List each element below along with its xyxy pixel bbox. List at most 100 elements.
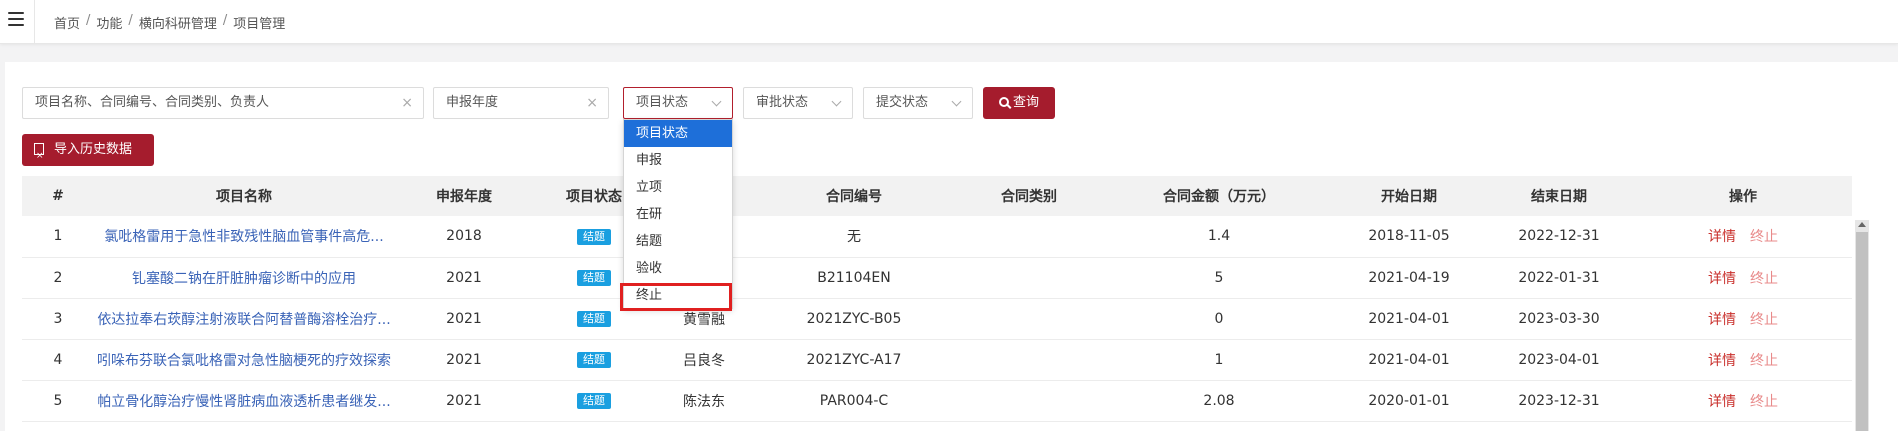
- import-history-button[interactable]: 导入历史数据: [22, 134, 154, 172]
- column-header: #: [52, 188, 64, 204]
- contract-no-cell: 2021ZYC-B05: [806, 310, 902, 327]
- chevron-down-icon: [951, 96, 962, 107]
- approval-status-select[interactable]: 审批状态: [743, 87, 853, 119]
- column-header: 合同类别: [1001, 189, 1057, 205]
- row-number: 3: [53, 310, 63, 327]
- status-badge: 结题: [577, 393, 611, 409]
- project-name-cell: 吲哚布芬联合氯吡格雷对急性脑梗死的疗效探索: [94, 339, 394, 380]
- column-header: 结束日期: [1531, 189, 1587, 205]
- divider: [34, 0, 35, 44]
- status-badge: 结题: [577, 352, 611, 368]
- contract-no-cell: PAR004-C: [819, 392, 889, 409]
- year-cell: 2021: [446, 269, 482, 286]
- status-option-in-progress[interactable]: 在研: [624, 201, 732, 228]
- table-row: 4 吲哚布芬联合氯吡格雷对急性脑梗死的疗效探索 2021 结题 吕良冬 2021…: [22, 339, 1852, 380]
- column-header: 合同编号: [826, 189, 882, 205]
- status-option-apply[interactable]: 申报: [624, 147, 732, 174]
- project-name-cell: 氯吡格雷用于急性非致残性脑血管事件高危...: [94, 216, 394, 257]
- project-name-link[interactable]: 钆塞酸二钠在肝脏肿瘤诊断中的应用: [132, 271, 356, 287]
- actions-cell: 详情 终止: [1634, 380, 1852, 421]
- keyword-search-placeholder: 项目名称、合同编号、合同类别、负责人: [35, 95, 270, 110]
- project-name-cell: 钆塞酸二钠在肝脏肿瘤诊断中的应用: [94, 257, 394, 298]
- year-cell: 2018: [446, 228, 482, 245]
- breadcrumb-separator: /: [128, 13, 133, 28]
- hamburger-menu-icon[interactable]: [8, 12, 24, 26]
- scrollbar-thumb[interactable]: [1856, 232, 1868, 431]
- start-date-cell: 2021-04-01: [1368, 351, 1450, 368]
- column-header: 操作: [1729, 189, 1757, 205]
- scroll-up-arrow-icon[interactable]: [1856, 220, 1868, 230]
- stop-link[interactable]: 终止: [1750, 229, 1778, 245]
- breadcrumb-project-management: 项目管理: [233, 17, 286, 32]
- project-name-cell: 帕立骨化醇治疗慢性肾脏病血液透析患者继发...: [94, 380, 394, 421]
- stop-link[interactable]: 终止: [1750, 394, 1778, 410]
- status-option-concluded[interactable]: 结题: [624, 228, 732, 255]
- stop-link[interactable]: 终止: [1750, 271, 1778, 287]
- start-date-cell: 2018-11-05: [1368, 228, 1450, 245]
- project-status-select[interactable]: 项目状态: [623, 87, 733, 119]
- row-number: 5: [53, 392, 63, 409]
- project-name-link[interactable]: 帕立骨化醇治疗慢性肾脏病血液透析患者继发...: [97, 394, 390, 410]
- query-button-label: 查询: [1012, 95, 1039, 110]
- table-row: 2 钆塞酸二钠在肝脏肿瘤诊断中的应用 2021 结题 王晓阳 B21104EN …: [22, 257, 1852, 298]
- contract-type-cell: [954, 216, 1104, 257]
- detail-link[interactable]: 详情: [1708, 271, 1736, 287]
- actions-cell: 详情 终止: [1634, 257, 1852, 298]
- start-date-cell: 2021-04-01: [1368, 310, 1450, 327]
- end-date-cell: 2023-03-30: [1518, 310, 1600, 327]
- column-header: 合同金额（万元）: [1163, 189, 1275, 205]
- top-bar: 首页 / 功能 / 横向科研管理 / 项目管理: [0, 0, 1898, 44]
- stop-link[interactable]: 终止: [1750, 312, 1778, 328]
- owner-cell: 陈法东: [683, 393, 725, 410]
- amount-cell: 1.4: [1207, 228, 1231, 245]
- table-row: 1 氯吡格雷用于急性非致残性脑血管事件高危... 2018 结题 黄雪融 无 1…: [22, 216, 1852, 257]
- chevron-down-icon: [711, 96, 722, 107]
- stop-link[interactable]: 终止: [1750, 353, 1778, 369]
- approval-status-value: 审批状态: [756, 95, 809, 110]
- table-row: 5 帕立骨化醇治疗慢性肾脏病血液透析患者继发... 2021 结题 陈法东 PA…: [22, 380, 1852, 421]
- submit-status-select[interactable]: 提交状态: [863, 87, 973, 119]
- breadcrumb-functions[interactable]: 功能: [96, 13, 122, 32]
- row-number: 2: [53, 269, 63, 286]
- status-option-terminated[interactable]: 终止: [624, 282, 732, 309]
- year-input[interactable]: 申报年度 ×: [433, 87, 609, 119]
- start-date-cell: 2020-01-01: [1368, 392, 1450, 409]
- status-option-all[interactable]: 项目状态: [624, 120, 732, 147]
- detail-link[interactable]: 详情: [1708, 312, 1736, 328]
- clear-icon[interactable]: ×: [401, 88, 413, 118]
- project-table: # 项目名称 申报年度 项目状态 负责人 合同编号 合同类别 合同金额（万元） …: [22, 176, 1852, 422]
- year-cell: 2021: [446, 310, 482, 327]
- contract-type-cell: [954, 257, 1104, 298]
- status-option-accepted[interactable]: 验收: [624, 255, 732, 282]
- owner-cell: 吕良冬: [683, 352, 725, 369]
- project-status-dropdown: 项目状态 申报 立项 在研 结题 验收 终止: [623, 119, 733, 309]
- breadcrumb-horizontal-research[interactable]: 横向科研管理: [139, 13, 217, 32]
- year-cell: 2021: [446, 392, 482, 409]
- status-option-approved[interactable]: 立项: [624, 174, 732, 201]
- amount-cell: 5: [1214, 269, 1224, 286]
- breadcrumb-home[interactable]: 首页: [54, 13, 80, 32]
- submit-status-value: 提交状态: [876, 95, 929, 110]
- detail-link[interactable]: 详情: [1708, 353, 1736, 369]
- column-header: 申报年度: [436, 189, 492, 205]
- actions-cell: 详情 终止: [1634, 298, 1852, 339]
- year-placeholder: 申报年度: [446, 95, 499, 110]
- detail-link[interactable]: 详情: [1708, 394, 1736, 410]
- query-button[interactable]: 查询: [983, 87, 1055, 119]
- breadcrumb-separator: /: [222, 13, 228, 28]
- table-row: 3 依达拉奉右莰醇注射液联合阿替普酶溶栓治疗... 2021 结题 黄雪融 20…: [22, 298, 1852, 339]
- clear-icon[interactable]: ×: [586, 88, 598, 118]
- amount-cell: 2.08: [1203, 392, 1235, 409]
- contract-type-cell: [954, 339, 1104, 380]
- row-number: 1: [53, 228, 63, 245]
- project-name-link[interactable]: 依达拉奉右莰醇注射液联合阿替普酶溶栓治疗...: [97, 312, 390, 328]
- status-badge: 结题: [577, 228, 611, 245]
- project-name-link[interactable]: 吲哚布芬联合氯吡格雷对急性脑梗死的疗效探索: [97, 353, 391, 369]
- keyword-search-input[interactable]: 项目名称、合同编号、合同类别、负责人 ×: [22, 87, 424, 119]
- end-date-cell: 2023-12-31: [1518, 392, 1600, 409]
- project-name-link[interactable]: 氯吡格雷用于急性非致残性脑血管事件高危...: [104, 229, 383, 245]
- status-badge: 结题: [577, 270, 611, 286]
- end-date-cell: 2022-12-31: [1518, 228, 1600, 245]
- chevron-down-icon: [831, 96, 842, 107]
- detail-link[interactable]: 详情: [1708, 229, 1736, 245]
